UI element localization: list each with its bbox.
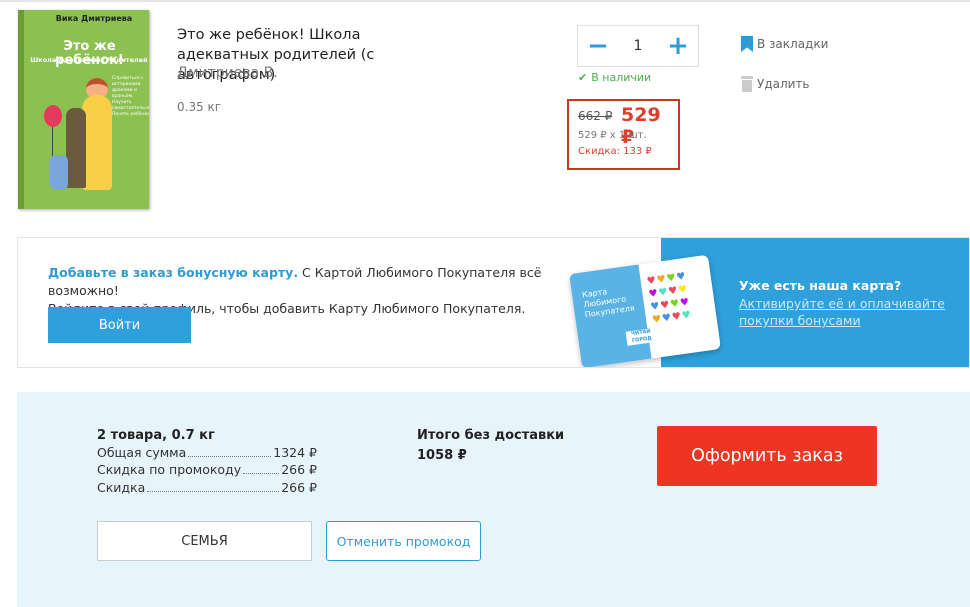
current-price: 529 ₽ xyxy=(621,104,661,148)
cover-blurb: Справиться с истериками, драками и врань… xyxy=(112,76,149,117)
summary-row-total: Общая сумма 1324 ₽ xyxy=(97,445,317,460)
total-label: Итого без доставки xyxy=(417,428,565,443)
card-logo: ЧИТАЙ ГОРОД xyxy=(625,327,658,346)
dotted-leader xyxy=(188,456,272,457)
items-summary: 2 товара, 0.7 кг xyxy=(97,428,215,443)
decrease-quantity-button[interactable]: − xyxy=(578,26,618,66)
summary-row-label: Скидка xyxy=(97,480,146,495)
loyalty-card-image: Карта Любимого Покупателя ЧИТАЙ ГОРОД ♥♥… xyxy=(569,254,721,367)
trash-icon xyxy=(741,76,753,92)
quantity-input[interactable] xyxy=(618,26,658,66)
summary-row-label: Общая сумма xyxy=(97,445,187,460)
has-card-heading: Уже есть наша карта? xyxy=(739,278,902,293)
summary-row-discount: Скидка 266 ₽ xyxy=(97,480,317,495)
balloon-string xyxy=(52,127,53,157)
book-cover-image[interactable]: Вика Дмитриева Это же ребёнок! Школа Аде… xyxy=(18,10,149,209)
bonus-heading: Добавьте в заказ бонусную карту. xyxy=(48,265,299,280)
order-summary-panel: 2 товара, 0.7 кг Общая сумма 1324 ₽ Скид… xyxy=(17,392,970,607)
quantity-stepper: − + xyxy=(577,25,699,67)
summary-row-value: 1324 ₽ xyxy=(273,445,317,460)
cover-subtitle: Школа Адекватных Родителей xyxy=(30,56,148,64)
cover-author: Вика Дмитриева xyxy=(55,14,133,23)
stock-status: ✔ В наличии xyxy=(578,71,651,84)
unit-price-line: 529 ₽ x 1 шт. xyxy=(578,130,647,141)
father-illustration xyxy=(66,108,86,188)
old-price: 662 ₽ xyxy=(578,109,613,123)
mother-illustration xyxy=(82,95,112,190)
summary-row-value: 266 ₽ xyxy=(281,462,317,477)
bookmark-icon xyxy=(741,36,753,52)
top-divider xyxy=(0,0,970,2)
product-weight: 0.35 кг xyxy=(177,100,222,114)
bookmark-label: В закладки xyxy=(757,37,829,51)
checkout-button[interactable]: Оформить заказ xyxy=(657,426,877,486)
product-author: Дмитриева В. xyxy=(177,65,278,81)
total-value: 1058 ₽ xyxy=(417,448,467,463)
login-button[interactable]: Войти xyxy=(48,307,191,343)
check-icon: ✔ xyxy=(578,71,588,84)
dotted-leader xyxy=(243,473,280,474)
summary-row-label: Скидка по промокоду xyxy=(97,462,242,477)
bonus-card-banner: Добавьте в заказ бонусную карту. С Карто… xyxy=(17,237,970,368)
hearts-pattern: ♥♥♥♥ ♥♥♥♥ ♥♥♥♥ ♥♥♥♥ xyxy=(646,270,693,327)
stock-status-label: В наличии xyxy=(591,71,652,84)
delete-label: Удалить xyxy=(757,77,810,91)
promo-code-input[interactable] xyxy=(97,521,312,561)
increase-quantity-button[interactable]: + xyxy=(658,26,698,66)
bookmark-button[interactable]: В закладки xyxy=(741,36,828,52)
discount-line: Скидка: 133 ₽ xyxy=(578,146,652,157)
summary-row-value: 266 ₽ xyxy=(281,480,317,495)
cancel-promo-button[interactable]: Отменить промокод xyxy=(326,521,481,561)
dotted-leader xyxy=(147,491,280,492)
child-illustration xyxy=(50,155,68,190)
balloon-illustration xyxy=(44,105,62,127)
delete-button[interactable]: Удалить xyxy=(741,76,810,92)
summary-row-promo-discount: Скидка по промокоду 266 ₽ xyxy=(97,462,317,477)
activate-card-link[interactable]: Активируйте её и оплачивайте покупки бон… xyxy=(739,295,959,329)
price-box: 662 ₽ 529 ₽ 529 ₽ x 1 шт. Скидка: 133 ₽ xyxy=(567,99,680,170)
